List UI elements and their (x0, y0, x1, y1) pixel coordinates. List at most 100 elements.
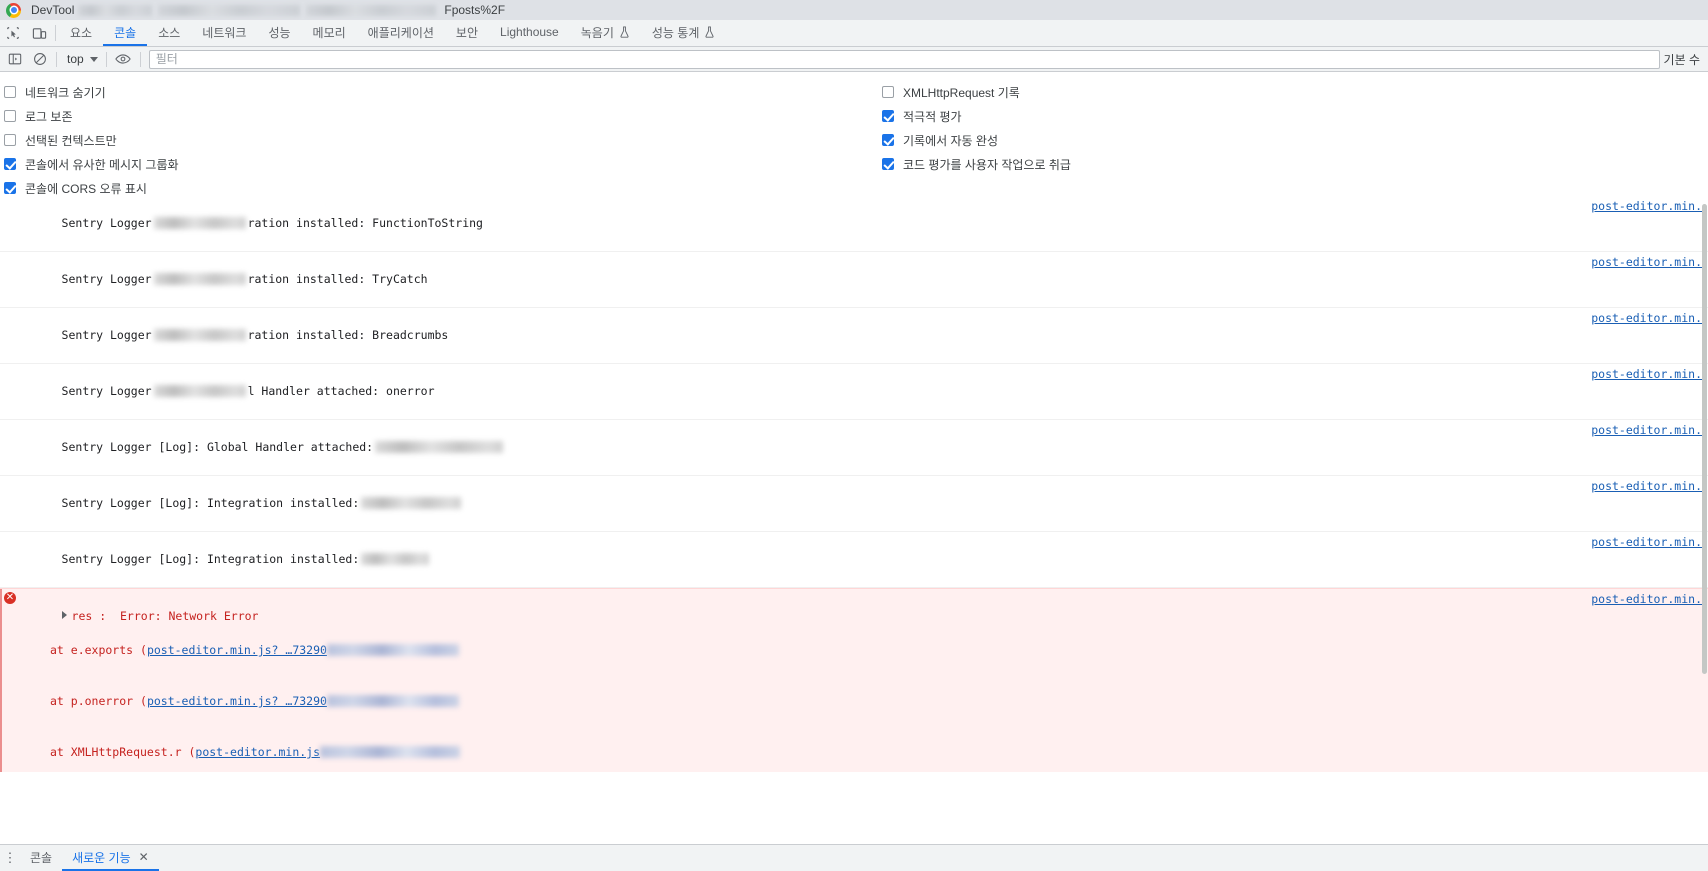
redacted-text (153, 217, 246, 229)
setting-treat-eval-as-user-action[interactable]: 코드 평가를 사용자 작업으로 취급 (882, 152, 1071, 176)
device-toolbar-icon[interactable] (26, 20, 52, 46)
tab-label: Lighthouse (500, 25, 559, 39)
tab-label: 성능 통계 (651, 25, 700, 40)
toolbar-divider (56, 51, 57, 67)
tab-console[interactable]: 콘솔 (103, 20, 148, 46)
devtools-main-tabbar: 요소 콘솔 소스 네트워크 성능 메모리 애플리케이션 보안 Lighthous… (0, 20, 1708, 47)
tab-label: 성능 (268, 25, 291, 40)
scrollbar-thumb[interactable] (1702, 204, 1707, 674)
tab-label: 소스 (158, 25, 181, 40)
console-message-row[interactable]: Sentry Logger ration installed: TryCatch … (0, 252, 1708, 308)
close-icon[interactable]: ✕ (139, 850, 149, 864)
setting-label: XMLHttpRequest 기록 (903, 85, 1020, 100)
setting-preserve-log[interactable]: 로그 보존 (4, 104, 179, 128)
source-link[interactable]: post-editor.min. (1591, 199, 1702, 213)
log-level-selector[interactable]: 기본 수 (1664, 51, 1706, 68)
redacted-text (361, 497, 462, 509)
checkbox-unchecked-icon[interactable] (882, 86, 894, 98)
checkbox-checked-icon[interactable] (4, 182, 16, 194)
message-text: res : Error: Network Error at e.exports … (20, 591, 1708, 772)
source-link[interactable]: post-editor.min. (1591, 535, 1702, 549)
console-message-row[interactable]: Sentry Logger ration installed: FunctionT… (0, 196, 1708, 252)
setting-label: 적극적 평가 (903, 109, 962, 124)
checkbox-checked-icon[interactable] (882, 110, 894, 122)
experiment-flask-icon (619, 26, 630, 38)
message-text-before: res : Error: Network Error (71, 609, 259, 623)
settings-column-left: 네트워크 숨기기 로그 보존 선택된 컨텍스트만 콘솔에서 유사한 메시지 그룹… (4, 80, 179, 200)
drawer-tab-console[interactable]: 콘솔 (20, 845, 62, 871)
setting-label: 네트워크 숨기기 (25, 85, 106, 100)
execution-context-selector[interactable]: top (61, 50, 102, 69)
stack-frame-link[interactable]: post-editor.min.js? …73290 (147, 694, 327, 708)
console-message-row[interactable]: Sentry Logger [Log]: Integration install… (0, 476, 1708, 532)
tab-performance-insights[interactable]: 성능 통계 (641, 20, 727, 46)
redacted-text (153, 385, 246, 397)
redacted-title-segment-2 (158, 4, 301, 16)
tab-lighthouse[interactable]: Lighthouse (489, 20, 570, 46)
tab-application[interactable]: 애플리케이션 (357, 20, 445, 46)
source-link[interactable]: post-editor.min. (1591, 479, 1702, 493)
source-link[interactable]: post-editor.min. (1591, 367, 1702, 381)
live-expression-icon[interactable] (111, 48, 136, 71)
source-link[interactable]: post-editor.min. (1591, 255, 1702, 269)
console-message-row[interactable]: Sentry Logger [Log]: Global Handler atta… (0, 420, 1708, 476)
checkbox-unchecked-icon[interactable] (4, 134, 16, 146)
tab-elements[interactable]: 요소 (59, 20, 103, 46)
redacted-text (361, 553, 430, 565)
source-link[interactable]: post-editor.min. (1591, 311, 1702, 325)
redacted-text (153, 329, 246, 341)
tab-sources[interactable]: 소스 (147, 20, 191, 46)
tab-performance[interactable]: 성능 (257, 20, 301, 46)
drawer-tab-label: 새로운 기능 (72, 850, 131, 865)
checkbox-checked-icon[interactable] (882, 158, 894, 170)
tab-memory[interactable]: 메모리 (302, 20, 357, 46)
console-message-row[interactable]: Sentry Logger [Log]: Integration install… (0, 532, 1708, 588)
message-text-after: ration installed: Breadcrumbs (247, 328, 449, 342)
sidebar-toggle-icon[interactable] (2, 48, 27, 71)
tab-label: 보안 (455, 25, 479, 40)
stack-frame-link[interactable]: post-editor.min.js (195, 745, 320, 759)
setting-hide-network[interactable]: 네트워크 숨기기 (4, 80, 179, 104)
stack-frame: at XMLHttpRequest.r (post-editor.min.js (20, 744, 1548, 761)
clear-console-icon[interactable] (27, 48, 52, 71)
setting-autocomplete-from-history[interactable]: 기록에서 자동 완성 (882, 128, 1071, 152)
setting-group-similar[interactable]: 콘솔에서 유사한 메시지 그룹화 (4, 152, 179, 176)
source-link[interactable]: post-editor.min. (1591, 592, 1702, 606)
redacted-title-segment-1 (78, 4, 153, 16)
tab-network[interactable]: 네트워크 (191, 20, 257, 46)
console-scrollbar[interactable] (1701, 196, 1708, 772)
setting-selected-context-only[interactable]: 선택된 컨텍스트만 (4, 128, 179, 152)
message-gutter: ✕ (0, 591, 20, 604)
tab-security[interactable]: 보안 (445, 20, 489, 46)
console-message-row[interactable]: Sentry Logger ration installed: Breadcrum… (0, 308, 1708, 364)
message-gutter (0, 534, 20, 535)
console-message-row[interactable]: ✕ res : Error: Network Error at e.export… (0, 588, 1708, 772)
checkbox-unchecked-icon[interactable] (4, 110, 16, 122)
experiment-flask-icon (704, 26, 715, 38)
checkbox-checked-icon[interactable] (882, 134, 894, 146)
message-gutter (0, 366, 20, 367)
tab-label: 메모리 (312, 25, 346, 40)
console-message-row[interactable]: Sentry Logger l Handler attached: onerror… (0, 364, 1708, 420)
setting-log-xmlhttprequests[interactable]: XMLHttpRequest 기록 (882, 80, 1071, 104)
stack-frame-link[interactable]: post-editor.min.js? …73290 (147, 643, 327, 657)
tab-label: 콘솔 (114, 25, 137, 40)
more-options-icon[interactable]: ⋮ (0, 845, 20, 871)
checkbox-unchecked-icon[interactable] (4, 86, 16, 98)
console-filter-input[interactable] (148, 49, 1660, 69)
message-text-after: ration installed: TryCatch (247, 272, 428, 286)
drawer-tab-label: 콘솔 (30, 850, 53, 865)
source-link[interactable]: post-editor.min. (1591, 423, 1702, 437)
console-message-list[interactable]: Sentry Logger ration installed: FunctionT… (0, 196, 1708, 772)
setting-eager-evaluation[interactable]: 적극적 평가 (882, 104, 1071, 128)
checkbox-checked-icon[interactable] (4, 158, 16, 170)
tab-recorder[interactable]: 녹음기 (570, 20, 641, 46)
drawer-tab-whats-new[interactable]: 새로운 기능 ✕ (62, 845, 159, 871)
message-gutter (0, 310, 20, 311)
tab-label: 녹음기 (580, 25, 614, 40)
execution-context-value: top (67, 52, 84, 66)
expand-arrow-icon[interactable] (61, 611, 67, 619)
inspect-element-icon[interactable] (0, 20, 26, 46)
setting-label: 코드 평가를 사용자 작업으로 취급 (903, 157, 1071, 172)
toolbar-divider (105, 51, 107, 67)
